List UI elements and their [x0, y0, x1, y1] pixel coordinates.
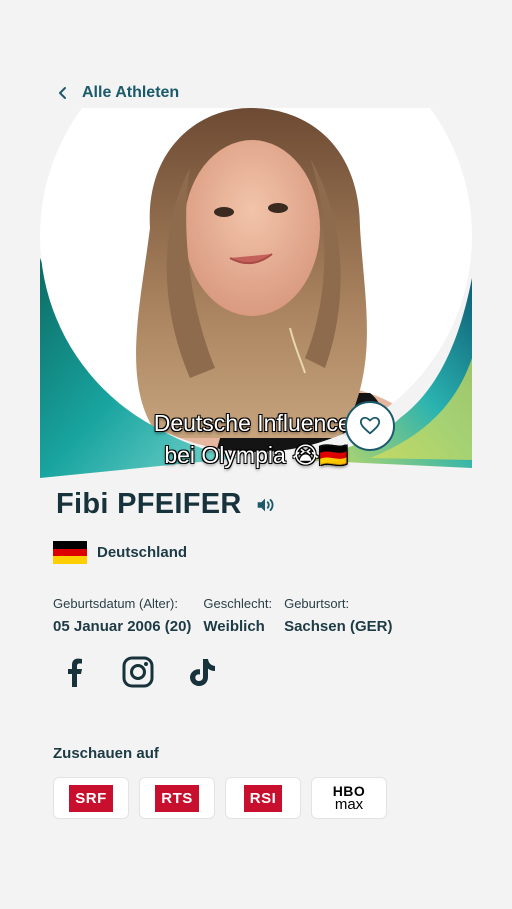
watch-on-title: Zuschauen auf — [53, 745, 159, 762]
channel-srf[interactable]: SRF — [53, 777, 129, 819]
channel-rsi[interactable]: RSI — [225, 777, 301, 819]
fact-birthplace: Geburtsort: Sachsen (GER) — [284, 596, 392, 635]
athlete-hero: Deutsche Influencer bei Olympia 😭🇩🇪 — [40, 108, 472, 496]
social-links — [57, 655, 219, 689]
athlete-name: Fibi PFEIFER — [56, 488, 242, 520]
rts-logo: RTS — [155, 784, 199, 812]
fact-value: Weiblich — [203, 618, 265, 635]
athlete-name-row: Fibi PFEIFER — [56, 488, 276, 521]
video-caption-line-1: Deutsche Influencer — [153, 410, 359, 436]
back-link-label: Alle Athleten — [82, 84, 180, 101]
facebook-icon[interactable] — [57, 655, 91, 689]
channel-hbo-max[interactable]: HBO max — [311, 777, 387, 819]
chevron-left-icon — [59, 87, 66, 99]
fact-label: Geschlecht: — [203, 596, 273, 611]
country-row: Deutschland — [53, 541, 188, 565]
fact-value: 05 Januar 2006 (20) — [53, 618, 192, 635]
fact-birthdate: Geburtsdatum (Alter): 05 Januar 2006 (20… — [53, 596, 191, 635]
channel-list: SRF RTS RSI HBO max — [53, 777, 387, 819]
hbo-logo-line-2: max — [334, 796, 364, 813]
tiktok-icon[interactable] — [185, 655, 219, 689]
heart-icon — [359, 416, 381, 435]
country-name: Deutschland — [97, 544, 188, 561]
fact-gender: Geschlecht: Weiblich — [203, 596, 272, 635]
instagram-icon[interactable] — [121, 655, 155, 689]
fact-label: Geburtsdatum (Alter): — [53, 596, 178, 611]
favorite-button[interactable] — [345, 401, 395, 451]
rsi-logo: RSI — [243, 784, 283, 812]
fact-value: Sachsen (GER) — [284, 618, 393, 635]
germany-flag-icon — [53, 541, 87, 565]
srf-logo: SRF — [69, 784, 113, 812]
athlete-facts: Geburtsdatum (Alter): 05 Januar 2006 (20… — [53, 596, 392, 635]
video-caption-line-2: bei Olympia 😭🇩🇪 — [164, 442, 348, 468]
fact-label: Geburtsort: — [284, 596, 350, 611]
hbo-max-logo: HBO max — [333, 784, 366, 812]
channel-rts[interactable]: RTS — [139, 777, 215, 819]
back-link[interactable]: Alle Athleten — [56, 84, 179, 102]
speaker-icon[interactable] — [254, 494, 276, 516]
